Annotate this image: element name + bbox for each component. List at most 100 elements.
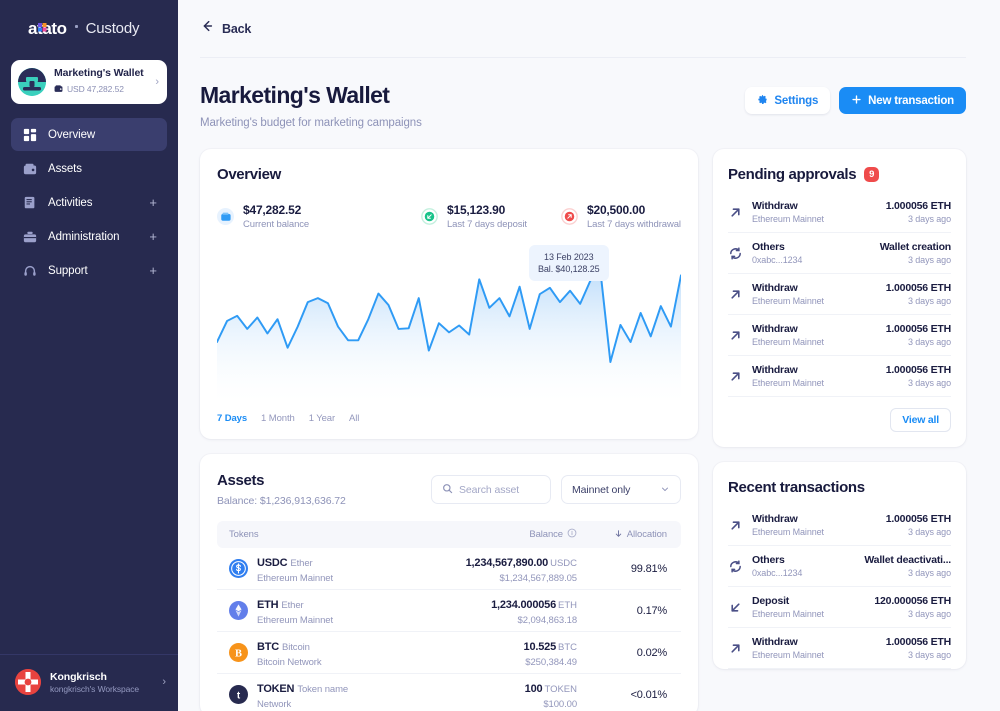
info-icon[interactable] <box>567 528 577 541</box>
back-button[interactable]: Back <box>200 19 251 38</box>
page-title: Marketing's Wallet <box>200 82 390 108</box>
arrow-down-icon <box>614 529 623 541</box>
sidebar-item-administration-label: Administration <box>48 230 120 243</box>
list-item[interactable]: Withdraw Ethereum Mainnet 1.000056 ETH 3… <box>728 315 951 356</box>
expand-plus-icon[interactable]: + <box>149 230 157 243</box>
recent-transactions-header: Recent transactions <box>728 479 951 496</box>
right-column: Pending approvals 9 Withdraw Ethereum Ma… <box>713 149 966 711</box>
transaction-amount: 1.000056 ETH <box>885 282 952 294</box>
transaction-amount: 1.000056 ETH <box>885 200 952 212</box>
pending-approvals-header: Pending approvals 9 <box>728 166 951 183</box>
token-amount: 100 <box>524 683 543 695</box>
arrow-up-right-icon <box>728 205 743 220</box>
transaction-amount: 1.000056 ETH <box>885 636 952 648</box>
assets-table-header: Tokens Balance Allocation <box>217 521 681 548</box>
arrow-up-right-icon <box>728 328 743 343</box>
transaction-time: 3 days ago <box>907 568 951 578</box>
expand-plus-icon[interactable]: + <box>149 196 157 209</box>
grid-icon <box>22 127 37 142</box>
list-item[interactable]: Withdraw Ethereum Mainnet 1.000056 ETH 3… <box>728 356 951 397</box>
search-asset-input[interactable]: Search asset <box>431 475 551 504</box>
chart-tooltip-balance: Bal. $40,128.25 <box>538 264 600 275</box>
stat-current-balance: $47,282.52 Current balance <box>217 203 421 230</box>
back-label: Back <box>222 21 252 36</box>
stat-label: Last 7 days withdrawal <box>587 219 681 230</box>
assets-table: Tokens Balance Allocation USDC Ether Eth… <box>217 521 681 711</box>
transaction-network: Ethereum Mainnet <box>752 527 824 537</box>
brand-logo[interactable]: at ato Custody <box>0 0 178 56</box>
column-allocation[interactable]: Allocation <box>577 529 667 541</box>
content-grid: Overview $47,282.52 Current balance $15,… <box>200 149 966 711</box>
transaction-info: Withdraw Ethereum Mainnet <box>752 364 877 388</box>
table-row[interactable]: ETH Ether Ethereum Mainnet 1,234.000056 ET… <box>217 590 681 632</box>
token-unit: BTC <box>558 642 577 653</box>
sidebar-item-assets[interactable]: Assets <box>11 152 167 185</box>
sidebar-item-activities[interactable]: Activities + <box>11 186 167 219</box>
settings-label: Settings <box>774 94 819 107</box>
wallet-selector[interactable]: Marketing's Wallet USD 47,282.52 › <box>11 60 167 104</box>
sidebar-item-support[interactable]: Support + <box>11 254 167 287</box>
token-usd-value: $2,094,863.18 <box>517 615 578 626</box>
brand-name: at ato <box>28 18 67 38</box>
table-row[interactable]: B BTC Bitcoin Bitcoin Network 10.525 BTC $… <box>217 632 681 674</box>
table-row[interactable]: t TOKEN Token name Network 100 TOKEN $100.… <box>217 674 681 711</box>
transaction-type: Deposit <box>752 595 790 607</box>
transaction-meta: 1.000056 ETH 3 days ago <box>885 513 952 537</box>
list-item[interactable]: Deposit Ethereum Mainnet 120.000056 ETH … <box>728 587 951 628</box>
transaction-network: Ethereum Mainnet <box>752 609 824 619</box>
wallet-selector-balance: USD 47,282.52 <box>67 83 124 94</box>
transaction-info: Withdraw Ethereum Mainnet <box>752 282 877 306</box>
plus-icon <box>851 94 862 108</box>
transaction-network: Ethereum Mainnet <box>752 378 824 388</box>
new-transaction-label: New transaction <box>868 94 954 107</box>
btc-icon: B <box>229 643 248 662</box>
transaction-info: Withdraw Ethereum Mainnet <box>752 513 877 537</box>
list-item[interactable]: Withdraw Ethereum Mainnet 1.000056 ETH 3… <box>728 505 951 546</box>
transaction-network: Ethereum Mainnet <box>752 650 824 660</box>
list-item[interactable]: Withdraw Ethereum Mainnet 1.000056 ETH 3… <box>728 274 951 315</box>
token-network: Ethereum Mainnet <box>257 615 334 626</box>
list-item[interactable]: Others 0xabc...1234 Wallet creation 3 da… <box>728 233 951 274</box>
table-row[interactable]: USDC Ether Ethereum Mainnet 1,234,567,890… <box>217 548 681 590</box>
network-filter-select[interactable]: Mainnet only <box>561 475 681 504</box>
range-all[interactable]: All <box>349 413 359 424</box>
token-amount: 1,234.000056 <box>491 599 556 611</box>
user-account-selector[interactable]: Kongkrisch kongkrisch's Workspace › <box>0 654 178 711</box>
sidebar-item-administration[interactable]: Administration + <box>11 220 167 253</box>
transaction-amount: 1.000056 ETH <box>885 513 952 525</box>
arrow-up-right-icon <box>561 208 578 225</box>
recent-transactions-list: Withdraw Ethereum Mainnet 1.000056 ETH 3… <box>728 505 951 669</box>
list-item[interactable]: Withdraw Ethereum Mainnet 1.000056 ETH 3… <box>728 628 951 669</box>
transaction-meta: 1.000056 ETH 3 days ago <box>885 282 952 306</box>
pending-approvals-card: Pending approvals 9 Withdraw Ethereum Ma… <box>713 149 966 447</box>
transaction-amount: 1.000056 ETH <box>885 323 952 335</box>
recent-transactions-card: Recent transactions Withdraw Ethereum Ma… <box>713 462 966 669</box>
refresh-icon <box>728 559 743 574</box>
range-1-month[interactable]: 1 Month <box>261 413 295 424</box>
list-item[interactable]: Others 0xabc...1234 Wallet deactivati...… <box>728 546 951 587</box>
network-filter-value: Mainnet only <box>572 483 631 496</box>
token-allocation: 0.17% <box>636 604 667 617</box>
range-7-days[interactable]: 7 Days <box>217 413 247 424</box>
view-all-button[interactable]: View all <box>890 408 951 432</box>
transaction-info: Withdraw Ethereum Mainnet <box>752 636 877 660</box>
token-unit: USDC <box>550 558 577 569</box>
transaction-type: Withdraw <box>752 364 798 376</box>
expand-plus-icon[interactable]: + <box>149 264 157 277</box>
page-header: Marketing's Wallet Marketing's budget fo… <box>200 58 966 129</box>
token-allocation: <0.01% <box>630 688 668 701</box>
range-1-year[interactable]: 1 Year <box>309 413 335 424</box>
column-tokens: Tokens <box>229 529 259 540</box>
stat-value: $15,123.90 <box>447 203 506 217</box>
product-name: Custody <box>85 19 140 37</box>
sidebar-item-overview[interactable]: Overview <box>11 118 167 151</box>
transaction-type: Withdraw <box>752 200 798 212</box>
list-item[interactable]: Withdraw Ethereum Mainnet 1.000056 ETH 3… <box>728 192 951 233</box>
stat-deposit: $15,123.90 Last 7 days deposit <box>421 203 561 230</box>
user-account-info: Kongkrisch kongkrisch's Workspace <box>50 671 153 694</box>
chart-tooltip-date: 13 Feb 2023 <box>544 252 594 262</box>
transaction-meta: 1.000056 ETH 3 days ago <box>885 636 952 660</box>
settings-button[interactable]: Settings <box>745 87 831 114</box>
new-transaction-button[interactable]: New transaction <box>839 87 966 114</box>
logo-separator-dot <box>74 25 78 28</box>
